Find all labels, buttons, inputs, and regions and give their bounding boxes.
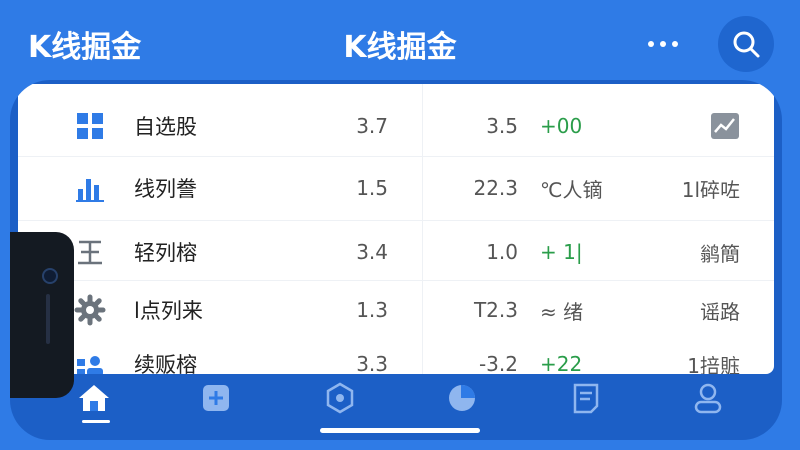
home-indicator-bar <box>320 428 480 433</box>
grid-icon <box>74 110 106 142</box>
list-item[interactable]: 线列誊 1.5 22.3 ℃人镝 1l碎咗 <box>18 158 774 218</box>
stock-list: 自选股 3.7 3.5 +00 线列誊 1.5 22.3 ℃人镝 1l碎咗 轻列… <box>18 84 774 374</box>
tab-add[interactable] <box>186 376 246 420</box>
stock-value-2: T2.3 <box>473 298 518 322</box>
note-icon <box>573 383 599 414</box>
camera-icon <box>42 268 58 284</box>
user-icon <box>694 383 722 414</box>
stock-value-1: 1.5 <box>356 176 388 200</box>
stock-value-1: 3.7 <box>356 114 388 138</box>
stock-value-1: 1.3 <box>356 298 388 322</box>
stock-change: +00 <box>540 114 583 138</box>
tab-notes[interactable] <box>556 376 616 420</box>
stock-name: 轻列榕 <box>134 241 197 265</box>
stock-value-2: 22.3 <box>473 176 518 200</box>
phone-side-notch <box>10 232 74 398</box>
stock-name: l点列来 <box>134 299 203 323</box>
list-item[interactable]: 轻列榕 3.4 1.0 + 1| 鹟簡 <box>18 222 774 282</box>
stock-change: ≈ 绪 <box>540 299 584 324</box>
hexagon-icon <box>326 382 354 414</box>
gear-icon <box>74 294 106 326</box>
list-item[interactable]: 自选股 3.7 3.5 +00 <box>18 96 774 156</box>
search-button[interactable] <box>718 16 774 72</box>
bottom-tab-bar <box>0 368 800 450</box>
plus-square-icon <box>203 385 229 411</box>
stock-value-1: 3.4 <box>356 240 388 264</box>
active-tab-indicator <box>82 420 110 423</box>
pie-chart-icon <box>449 385 475 411</box>
more-dots-icon <box>648 41 654 47</box>
tab-discover[interactable] <box>310 376 370 420</box>
bar-chart-icon <box>74 172 106 204</box>
more-button[interactable] <box>638 26 688 62</box>
stock-extra: 1l碎咗 <box>681 177 740 202</box>
stock-extra: 谣路 <box>700 299 740 324</box>
search-icon <box>733 31 760 58</box>
stock-change: + 1| <box>540 240 583 264</box>
stock-name: 线列誊 <box>134 177 197 201</box>
tab-profile[interactable] <box>678 376 738 420</box>
list-item[interactable]: l点列来 1.3 T2.3 ≈ 绪 谣路 <box>18 280 774 340</box>
stock-value-2: 3.5 <box>486 114 518 138</box>
stock-change: ℃人镝 <box>540 177 603 202</box>
stock-value-2: 1.0 <box>486 240 518 264</box>
king-icon <box>74 236 106 268</box>
stock-name: 自选股 <box>134 115 197 139</box>
stock-extra: 鹟簡 <box>700 241 740 266</box>
home-icon <box>79 385 109 411</box>
app-header: K线掘金 K线掘金 <box>0 0 800 90</box>
tab-analysis[interactable] <box>432 376 492 420</box>
trend-chart-icon[interactable] <box>668 96 740 156</box>
